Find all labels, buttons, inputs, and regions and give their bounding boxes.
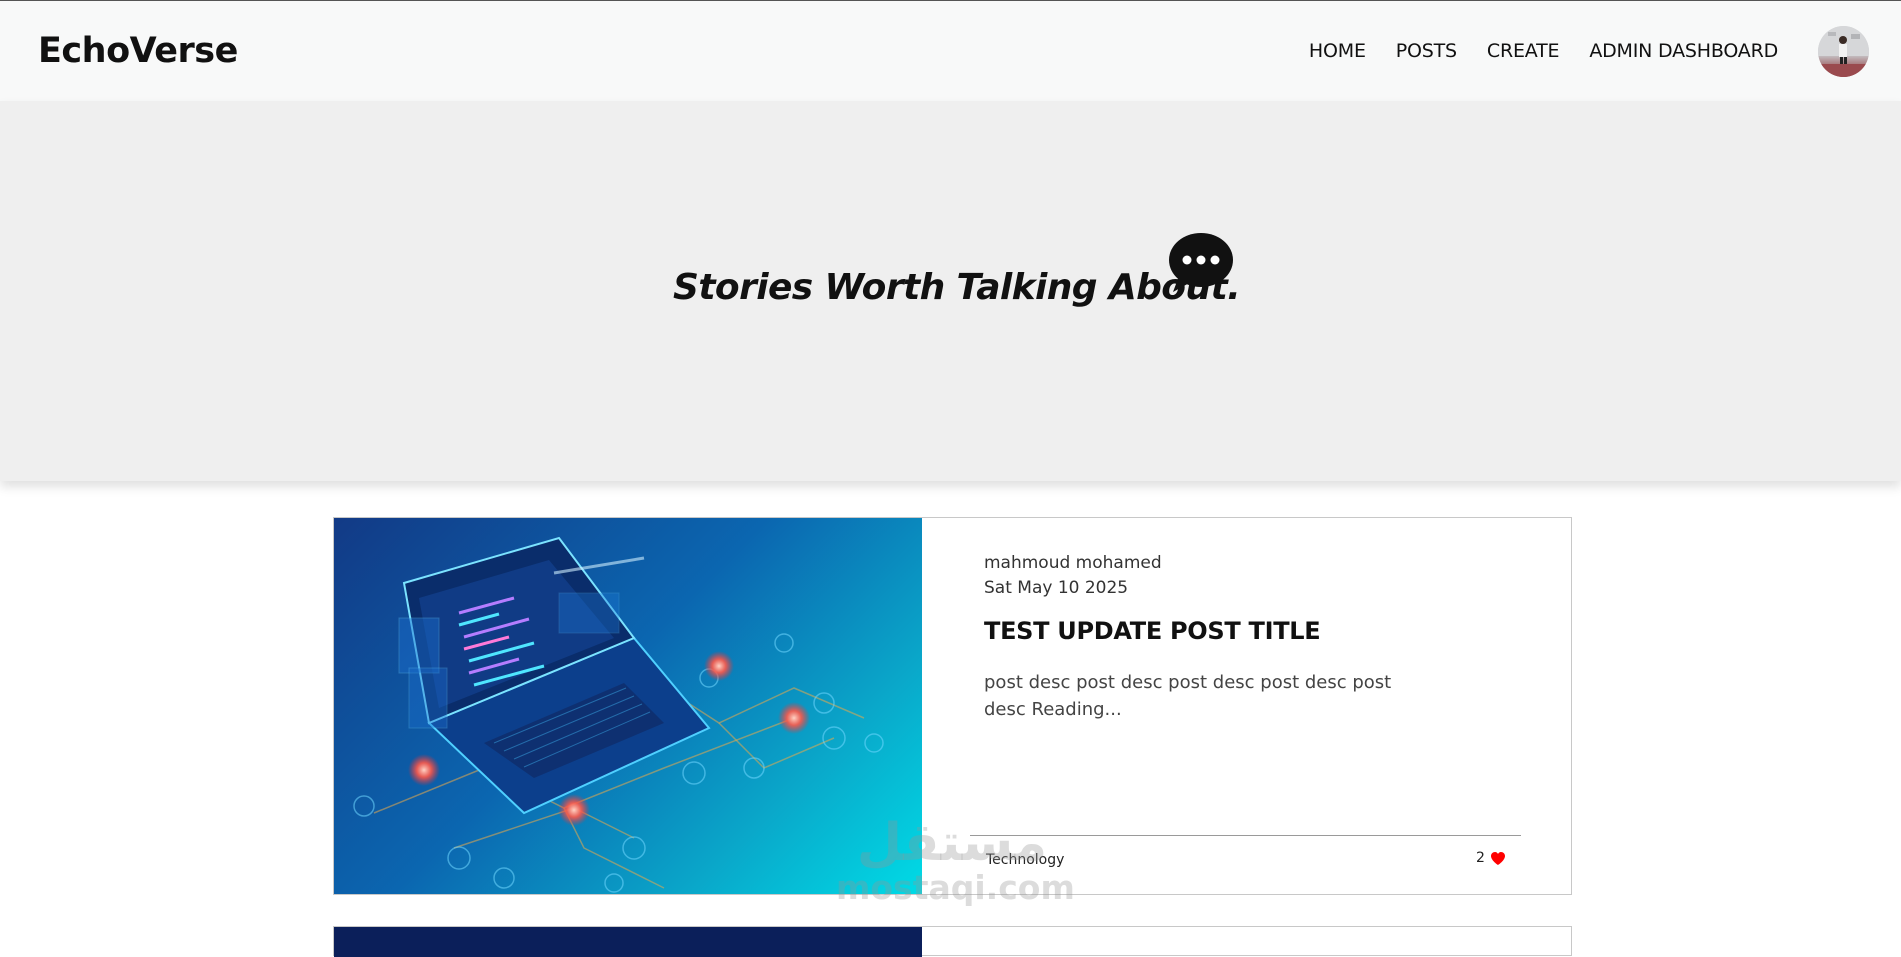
post-card[interactable] — [333, 926, 1572, 957]
navbar: EchoVerse HOME POSTS CREATE ADMIN DASHBO… — [0, 1, 1901, 101]
post-category[interactable]: Technology — [986, 852, 1064, 868]
hero-banner: Stories Worth Talking About. — [0, 101, 1901, 481]
hero-title: Stories Worth Talking About. — [673, 267, 1241, 308]
like-count: 2 — [1476, 850, 1485, 866]
post-thumbnail[interactable] — [334, 927, 922, 957]
post-title[interactable]: TEST UPDATE POST TITLE — [984, 617, 1524, 645]
nav-link-create[interactable]: CREATE — [1487, 40, 1560, 62]
post-body: mahmoud mohamed Sat May 10 2025 TEST UPD… — [984, 551, 1524, 723]
post-card[interactable]: mahmoud mohamed Sat May 10 2025 TEST UPD… — [333, 517, 1572, 895]
heart-icon[interactable] — [1490, 851, 1506, 866]
nav-right: HOME POSTS CREATE ADMIN DASHBOARD — [1309, 25, 1869, 77]
chat-bubble-icon — [1169, 233, 1233, 292]
post-author[interactable]: mahmoud mohamed — [984, 551, 1524, 576]
user-avatar[interactable] — [1818, 25, 1869, 77]
post-description: post desc post desc post desc post desc … — [984, 672, 1392, 720]
nav-link-posts[interactable]: POSTS — [1396, 40, 1457, 62]
brand-logo[interactable]: EchoVerse — [38, 31, 238, 71]
post-date: Sat May 10 2025 — [984, 578, 1129, 598]
nav-link-home[interactable]: HOME — [1309, 40, 1366, 62]
post-likes[interactable]: 2 — [1476, 850, 1506, 866]
post-divider — [970, 835, 1521, 836]
avatar-person-icon — [1818, 25, 1869, 77]
nav-link-admin-dashboard[interactable]: ADMIN DASHBOARD — [1589, 40, 1778, 62]
nav-links: HOME POSTS CREATE ADMIN DASHBOARD — [1309, 40, 1778, 62]
post-thumbnail[interactable] — [334, 518, 922, 894]
laptop-circuit-illustration — [353, 536, 884, 893]
